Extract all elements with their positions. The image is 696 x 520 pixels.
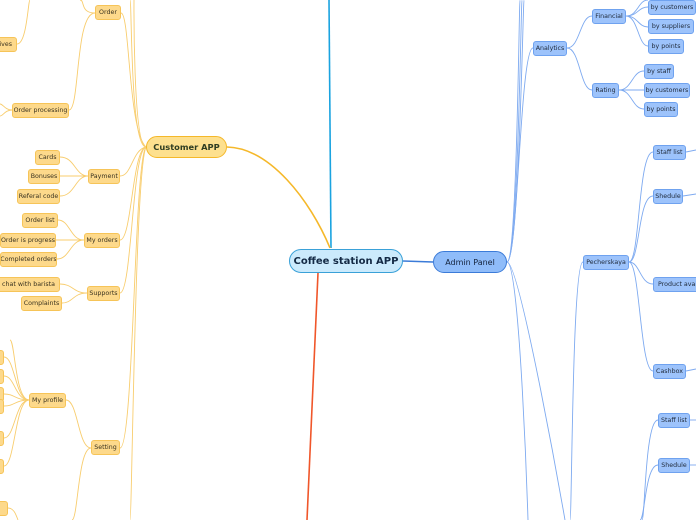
fin-by-points-node[interactable]: by points [648,39,684,54]
connector-root-admin [402,260,434,263]
profile-leaf-2[interactable] [0,369,4,384]
connector-root-top [328,0,332,249]
admin-panel-node[interactable]: Admin Panel [433,251,507,273]
fin-by-customers-node[interactable]: by customers [648,0,696,15]
rating-by-staff-node[interactable]: by staff [644,64,674,79]
rating-by-customers-node[interactable]: by customers [644,83,690,98]
online-chat-node[interactable]: ine chat with barista [0,277,60,292]
profile-leaf-6[interactable] [0,459,4,474]
loc2-staff-list-node[interactable]: Staff list [658,413,690,428]
profile-leaf-1[interactable] [0,350,4,365]
setting-node[interactable]: Setting [91,440,120,455]
order-node[interactable]: Order [95,5,121,20]
connector-root-bottom [306,272,319,520]
order-in-progress-node[interactable]: Order is progress [0,233,56,248]
analytics-node[interactable]: Analytics [533,41,567,56]
order-list-node[interactable]: Order list [22,213,58,228]
financial-node[interactable]: Financial [592,9,626,24]
pech-shedule-node[interactable]: Shedule [653,189,683,204]
customer-app-node[interactable]: Customer APP [146,136,227,158]
profile-leaf-4[interactable] [0,399,4,414]
fin-by-suppliers-node[interactable]: by suppliers [648,19,694,34]
profile-leaf-5[interactable] [0,431,4,446]
pech-staff-list-node[interactable]: Staff list [653,145,686,160]
my-profile-node[interactable]: My profile [29,393,66,408]
my-orders-node[interactable]: My orders [84,233,120,248]
incentives-node-cut[interactable]: tives [0,37,17,52]
pech-cashbox-node[interactable]: Cashbox [653,364,686,379]
rating-node[interactable]: Rating [592,83,619,98]
order-processing-node[interactable]: Order processing [12,103,69,118]
loc2-shedule-node[interactable]: Shedule [658,458,690,473]
rating-by-points-node[interactable]: by points [644,102,678,117]
pech-product-availability-node[interactable]: Product availa [653,277,696,292]
connector-root-customer [226,146,331,249]
bonuses-node[interactable]: Bonuses [28,169,60,184]
root-node[interactable]: Coffee station APP [289,249,403,273]
payment-node[interactable]: Payment [88,169,120,184]
referal-code-node[interactable]: Referal code [17,189,60,204]
supports-node[interactable]: Supports [87,286,120,301]
cards-node[interactable]: Cards [35,150,60,165]
setting-leaf-cut[interactable] [0,501,8,516]
complaints-node[interactable]: Complaints [21,296,62,311]
pecherskaya-node[interactable]: Pecherskaya [583,255,629,270]
completed-orders-node[interactable]: Completed orders [0,252,57,267]
